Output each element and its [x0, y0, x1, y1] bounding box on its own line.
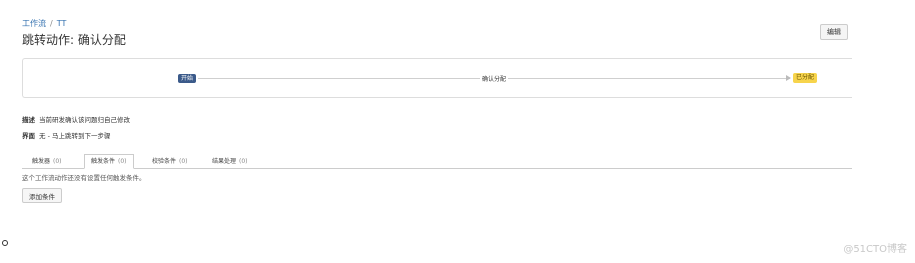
breadcrumb: 工作流 / TT: [22, 18, 66, 29]
list-bullet-icon: [2, 240, 8, 246]
breadcrumb-link-workflow[interactable]: 工作流: [22, 19, 46, 28]
tab-count: (0): [239, 158, 248, 165]
tab-label: 触发条件: [91, 158, 116, 165]
tab-count: (0): [118, 158, 127, 165]
tab-count: (0): [179, 158, 188, 165]
tab-bar: 触发器 (0) 触发条件 (0) 校验条件 (0) 结果处理 (0): [22, 153, 852, 169]
description-value: 当前研发确认该问题归自己修改: [39, 116, 130, 124]
breadcrumb-separator: /: [50, 19, 53, 28]
tab-count: (0): [53, 158, 62, 165]
tab-post-functions[interactable]: 结果处理 (0): [206, 155, 254, 168]
breadcrumb-link-current[interactable]: TT: [57, 19, 67, 28]
tab-label: 结果处理: [212, 158, 237, 165]
tab-validators[interactable]: 校验条件 (0): [146, 155, 194, 168]
transition-arrow-icon: [786, 75, 791, 81]
screen-value: 无 - 马上跳转到下一步骤: [39, 132, 111, 140]
empty-conditions-message: 这个工作流动作还没有设置任何触发条件。: [22, 174, 146, 182]
tab-label: 触发器: [32, 158, 51, 165]
screen-row: 界面无 - 马上跳转到下一步骤: [22, 130, 110, 140]
transition-action-label: 确认分配: [480, 74, 509, 83]
edit-button[interactable]: 编辑: [820, 24, 848, 40]
tab-triggers[interactable]: 触发器 (0): [26, 155, 68, 168]
to-status-lozenge[interactable]: 已分配: [793, 73, 818, 83]
watermark: @51CTO博客: [843, 244, 907, 255]
tab-conditions[interactable]: 触发条件 (0): [84, 154, 134, 169]
page-title: 跳转动作: 确认分配: [22, 33, 126, 47]
description-row: 描述 当前研发确认该问题归自己修改: [22, 114, 130, 124]
tab-label: 校验条件: [152, 158, 177, 165]
from-status-lozenge[interactable]: 开始: [178, 74, 197, 83]
description-label: 描述: [22, 116, 35, 124]
add-condition-button[interactable]: 添加条件: [22, 188, 62, 203]
screen-label: 界面: [22, 132, 35, 140]
